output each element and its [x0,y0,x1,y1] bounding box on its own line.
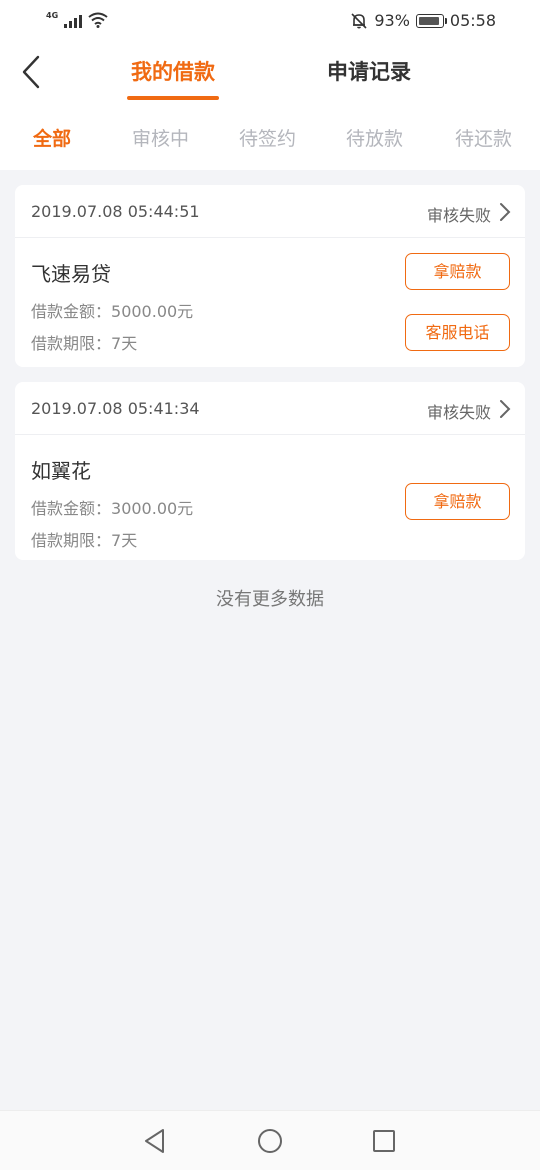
tab-my-loans-label: 我的借款 [131,60,215,84]
amount-label: 借款金额： [31,302,112,321]
loan-status: 审核失败 [426,206,491,225]
tab-application-records[interactable]: 申请记录 [323,58,415,94]
loan-card-header[interactable]: 2019.07.08 05:41:34 审核失败 [15,382,525,435]
battery-percent: 93% [374,11,410,30]
filter-tab-to-repay[interactable]: 待还款 [455,124,512,151]
nav-back-triangle-icon[interactable] [141,1127,169,1155]
claim-compensation-button[interactable]: 拿赔款 [405,483,510,520]
bell-muted-icon [351,12,367,29]
status-right: 93% 05:58 [350,11,496,30]
filter-tab-all[interactable]: 全部 [33,124,71,151]
loan-status: 审核失败 [426,403,491,422]
term-value: 7天 [111,531,138,550]
chevron-right-icon [500,400,511,418]
claim-compensation-button[interactable]: 拿赔款 [405,253,510,290]
filter-tab-to-sign[interactable]: 待签约 [239,124,296,151]
loan-list: 2019.07.08 05:44:51 审核失败 飞速易贷 借款金额：5000.… [0,170,540,611]
filter-tab-to-disburse[interactable]: 待放款 [346,124,403,151]
product-name: 如翼花 [31,459,91,483]
loan-term-row: 借款期限：7天 [31,525,509,557]
tab-application-records-label: 申请记录 [327,60,411,84]
chevron-right-icon [500,203,511,221]
loan-card-body: 如翼花 借款金额：3000.00元 借款期限：7天 拿赔款 [15,435,525,560]
status-left: 4G [46,11,108,28]
loan-card[interactable]: 2019.07.08 05:44:51 审核失败 飞速易贷 借款金额：5000.… [15,185,525,367]
system-nav-bar [0,1110,540,1170]
top-area: 4G 93% 05:58 我的借款 申请记录 全部 审核中 待签约 待放款 待还… [0,0,540,170]
status-bar: 4G 93% 05:58 [0,0,540,42]
clock: 05:58 [449,11,496,30]
loan-time: 2019.07.08 05:41:34 [31,399,200,418]
tab-my-loans[interactable]: 我的借款 [127,58,219,100]
customer-service-phone-button[interactable]: 客服电话 [405,314,510,351]
no-more-data-text: 没有更多数据 [216,589,324,610]
amount-value: 3000.00元 [111,499,194,518]
wifi-icon [88,12,108,28]
filter-tab-reviewing[interactable]: 审核中 [132,124,189,151]
nav-home-circle-icon[interactable] [256,1127,284,1155]
header: 我的借款 申请记录 [0,42,540,112]
amount-value: 5000.00元 [111,302,194,321]
active-tab-underline [127,96,219,100]
term-label: 借款期限： [31,334,112,353]
term-label: 借款期限： [31,531,112,550]
term-value: 7天 [111,334,138,353]
loan-card-header[interactable]: 2019.07.08 05:44:51 审核失败 [15,185,525,238]
amount-label: 借款金额： [31,499,112,518]
chevron-left-icon[interactable] [16,52,50,92]
network-label: 4G [46,11,59,20]
nav-recents-square-icon[interactable] [370,1127,398,1155]
status-filter-tabs: 全部 审核中 待签约 待放款 待还款 [0,112,540,170]
loan-card-body: 飞速易贷 借款金额：5000.00元 借款期限：7天 拿赔款 客服电话 [15,238,525,367]
loan-time: 2019.07.08 05:44:51 [31,202,200,221]
signal-icon [64,14,83,28]
battery-icon [415,13,447,28]
loan-card[interactable]: 2019.07.08 05:41:34 审核失败 如翼花 借款金额：3000.0… [15,382,525,560]
